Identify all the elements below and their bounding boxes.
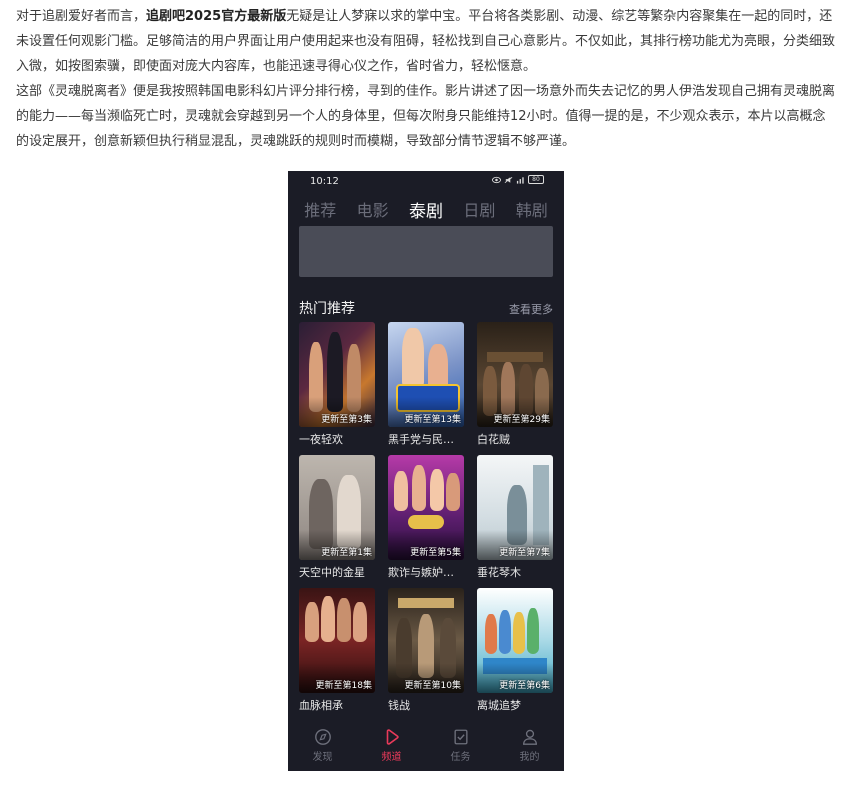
article-body: 对于追剧爱好者而言，追剧吧2025官方最新版无疑是让人梦寐以求的掌中宝。平台将各… xyxy=(16,4,838,154)
drama-card[interactable]: 更新至第10集 钱战 xyxy=(388,588,464,713)
bottom-navigation: 发现 频道 任务 我的 xyxy=(288,719,564,771)
drama-poster[interactable]: 更新至第18集 xyxy=(299,588,375,693)
drama-card[interactable]: 更新至第6集 离城追梦 xyxy=(477,588,553,713)
task-icon xyxy=(453,729,468,744)
drama-title[interactable]: 离城追梦 xyxy=(477,697,553,713)
article-paragraph-1: 对于追剧爱好者而言，追剧吧2025官方最新版无疑是让人梦寐以求的掌中宝。平台将各… xyxy=(16,4,838,79)
drama-card[interactable]: 更新至第3集 一夜轻欢 xyxy=(299,322,375,447)
drama-card[interactable]: 更新至第29集 白花贼 xyxy=(477,322,553,447)
nav-label: 我的 xyxy=(519,751,540,763)
play-icon xyxy=(386,728,399,745)
drama-poster[interactable]: 更新至第6集 xyxy=(477,588,553,693)
drama-title[interactable]: 黑手党与民谣女 xyxy=(388,431,464,447)
nav-tasks[interactable]: 任务 xyxy=(436,728,486,763)
drama-card[interactable]: 更新至第18集 血脉相承 xyxy=(299,588,375,713)
nav-label: 发现 xyxy=(312,751,333,763)
episode-badge: 更新至第10集 xyxy=(404,681,461,691)
drama-poster[interactable]: 更新至第10集 xyxy=(388,588,464,693)
episode-badge: 更新至第6集 xyxy=(499,681,550,691)
nav-label: 任务 xyxy=(450,751,471,763)
app-screenshot: 10:12 80 推荐 电影 泰剧 日剧 韩剧 热门推荐 查看更多 更新至第3集 xyxy=(288,171,564,771)
drama-card[interactable]: 更新至第1集 天空中的金星 xyxy=(299,455,375,580)
drama-title[interactable]: 天空中的金星 xyxy=(299,564,375,580)
drama-grid: 更新至第3集 一夜轻欢 更新至第13集 黑手党与民谣女 更新至第29集 白花贼 … xyxy=(288,171,564,771)
episode-badge: 更新至第1集 xyxy=(321,548,372,558)
paragraph-text: 对于追剧爱好者而言， xyxy=(16,9,147,24)
drama-card[interactable]: 更新至第13集 黑手党与民谣女 xyxy=(388,322,464,447)
drama-poster[interactable]: 更新至第13集 xyxy=(388,322,464,427)
episode-badge: 更新至第5集 xyxy=(410,548,461,558)
article-paragraph-2: 这部《灵魂脱离者》便是我按照韩国电影科幻片评分排行榜，寻到的佳作。影片讲述了因一… xyxy=(16,84,836,149)
episode-badge: 更新至第7集 xyxy=(499,548,550,558)
episode-badge: 更新至第18集 xyxy=(315,681,372,691)
nav-profile[interactable]: 我的 xyxy=(505,728,555,763)
compass-icon xyxy=(314,728,331,745)
drama-title[interactable]: 垂花琴木 xyxy=(477,564,553,580)
nav-channel[interactable]: 频道 xyxy=(367,728,417,763)
drama-poster[interactable]: 更新至第1集 xyxy=(299,455,375,560)
drama-title[interactable]: 一夜轻欢 xyxy=(299,431,375,447)
app-name-bold: 追剧吧2025官方最新版 xyxy=(146,9,287,24)
drama-poster[interactable]: 更新至第3集 xyxy=(299,322,375,427)
drama-title[interactable]: 欺诈与嫉妒重… xyxy=(388,564,464,580)
nav-discover[interactable]: 发现 xyxy=(298,728,348,763)
drama-poster[interactable]: 更新至第29集 xyxy=(477,322,553,427)
user-icon xyxy=(522,729,537,745)
drama-poster[interactable]: 更新至第7集 xyxy=(477,455,553,560)
nav-label: 频道 xyxy=(381,751,402,763)
episode-badge: 更新至第29集 xyxy=(493,415,550,425)
drama-poster[interactable]: 更新至第5集 xyxy=(388,455,464,560)
drama-title[interactable]: 血脉相承 xyxy=(299,697,375,713)
drama-title[interactable]: 白花贼 xyxy=(477,431,553,447)
drama-title[interactable]: 钱战 xyxy=(388,697,464,713)
episode-badge: 更新至第3集 xyxy=(321,415,372,425)
drama-card[interactable]: 更新至第5集 欺诈与嫉妒重… xyxy=(388,455,464,580)
episode-badge: 更新至第13集 xyxy=(404,415,461,425)
drama-card[interactable]: 更新至第7集 垂花琴木 xyxy=(477,455,553,580)
